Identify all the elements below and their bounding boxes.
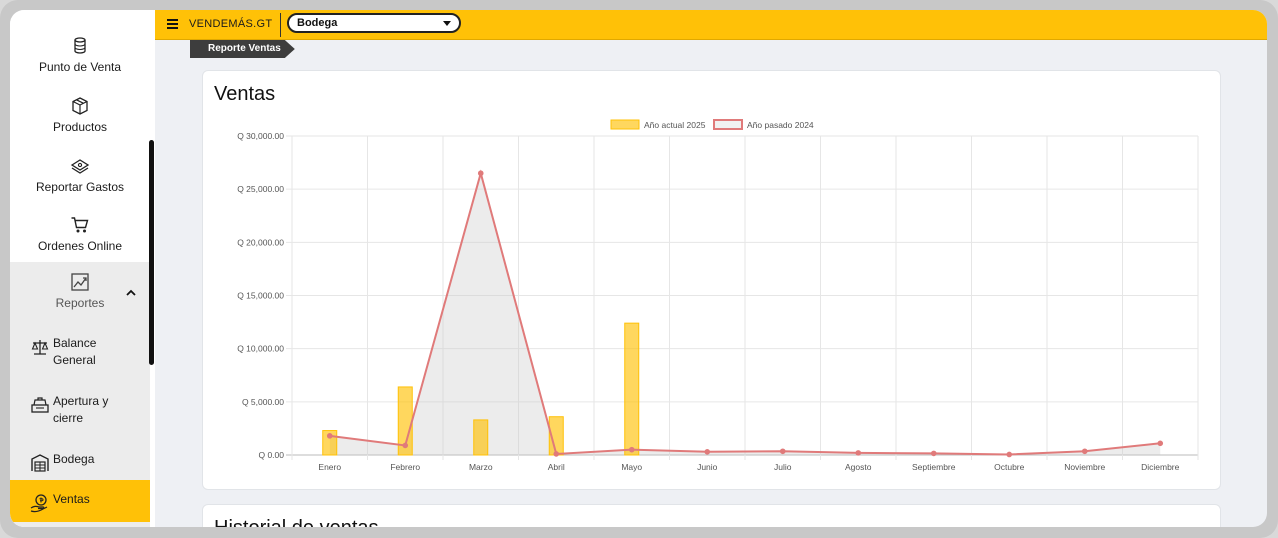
- y-tick-label: Q 30,000.00: [237, 131, 284, 141]
- y-tick-label: Q 5,000.00: [242, 397, 284, 407]
- sidebar-item-label-2: General: [53, 353, 96, 367]
- caret-down-icon: [443, 21, 451, 26]
- hand-money-icon: [30, 494, 48, 513]
- legend-swatch-ano-pasado: [713, 119, 743, 130]
- sidebar-item-label: Reportar Gastos: [35, 180, 125, 194]
- point-ano-pasado: [1157, 440, 1164, 447]
- x-tick-label: Marzo: [469, 462, 493, 472]
- sidebar-item-reportar-gastos[interactable]: Reportar Gastos: [10, 156, 150, 194]
- sidebar-item-punto-de-venta[interactable]: Punto de Venta: [10, 36, 150, 74]
- sidebar-item-label-2: cierre: [53, 411, 84, 425]
- sidebar-item-ordenes-online[interactable]: Ordenes Online: [10, 215, 150, 253]
- y-tick-label: Q 25,000.00: [237, 184, 284, 194]
- sidebar-item-label: Ventas: [53, 492, 90, 506]
- store-select[interactable]: Bodega: [287, 13, 461, 33]
- coins-icon: [74, 37, 86, 54]
- y-tick-label: Q 10,000.00: [237, 344, 284, 354]
- x-tick-label: Mayo: [621, 462, 642, 472]
- point-ano-pasado: [1006, 451, 1013, 458]
- card-title-history: Historial de ventas: [214, 517, 379, 527]
- point-ano-pasado: [855, 450, 862, 456]
- x-tick-label: Agosto: [845, 462, 872, 472]
- point-ano-pasado: [704, 449, 711, 455]
- warehouse-icon: [31, 454, 49, 472]
- topbar-divider: [280, 13, 281, 37]
- sidebar-item-bodega[interactable]: Bodega: [30, 451, 150, 473]
- money-icon: [70, 159, 90, 174]
- chart-growth-icon: [71, 273, 89, 291]
- sidebar-item-ventas[interactable]: Ventas: [30, 491, 150, 513]
- x-tick-label: Julio: [774, 462, 792, 472]
- sales-history-card: Historial de ventas: [202, 504, 1221, 527]
- point-ano-pasado: [326, 433, 333, 439]
- x-tick-label: Febrero: [390, 462, 420, 472]
- sidebar-item-label: Apertura y: [53, 394, 109, 408]
- sidebar-item-balance-general[interactable]: Balance General: [30, 335, 150, 369]
- store-select-value: Bodega: [297, 17, 338, 29]
- y-tick-label: Q 20,000.00: [237, 237, 284, 247]
- point-ano-pasado: [477, 170, 484, 177]
- cart-icon: [71, 217, 89, 233]
- x-tick-label: Enero: [318, 462, 341, 472]
- point-ano-pasado: [553, 451, 560, 457]
- app-screen: Punto de Venta Productos Reportar Gastos…: [10, 10, 1267, 527]
- sidebar: Punto de Venta Productos Reportar Gastos…: [10, 10, 150, 527]
- hamburger-menu-icon[interactable]: [167, 19, 178, 29]
- x-tick-label: Octubre: [994, 462, 1025, 472]
- x-tick-label: Septiembre: [912, 462, 956, 472]
- brand-name[interactable]: VENDEMÁS.GT: [189, 18, 272, 30]
- point-ano-pasado: [628, 446, 635, 453]
- x-tick-label: Abril: [548, 462, 565, 472]
- legend-swatch-ano-actual: [610, 119, 640, 130]
- balance-scale-icon: [31, 340, 49, 355]
- sidebar-item-apertura-cierre[interactable]: Apertura y cierre: [30, 393, 150, 427]
- sidebar-item-label: Ordenes Online: [37, 239, 123, 253]
- x-tick-label: Noviembre: [1064, 462, 1105, 472]
- sidebar-item-label: Balance: [53, 336, 97, 350]
- legend-label-ano-actual: Año actual 2025: [644, 120, 706, 130]
- x-tick-label: Diciembre: [1141, 462, 1180, 472]
- y-tick-label: Q 15,000.00: [237, 291, 284, 301]
- sales-chart: Q 0.00 Q 5,000.00 Q 10,000.00 Q 15,000.00 Q …: [237, 119, 1199, 472]
- point-ano-pasado: [779, 448, 786, 455]
- sidebar-scrollbar[interactable]: [149, 140, 154, 365]
- sidebar-item-label: Punto de Venta: [38, 60, 122, 74]
- sidebar-item-label: Productos: [52, 120, 108, 134]
- point-ano-pasado: [1081, 448, 1088, 455]
- breadcrumb[interactable]: Reporte Ventas: [190, 40, 295, 58]
- chevron-up-icon[interactable]: [124, 286, 138, 300]
- y-tick-label: Q 0.00: [258, 450, 284, 460]
- bar-ano-actual: [473, 419, 489, 456]
- bar-ano-actual: [624, 322, 640, 456]
- legend-label-ano-pasado: Año pasado 2024: [747, 120, 814, 130]
- sidebar-item-label: Bodega: [53, 452, 95, 466]
- box-icon: [72, 97, 88, 115]
- top-bar: VENDEMÁS.GT Bodega: [155, 10, 1267, 40]
- point-ano-pasado: [402, 442, 409, 449]
- sidebar-item-label: Reportes: [55, 296, 105, 310]
- x-tick-label: Junio: [697, 462, 718, 472]
- sales-chart-card: Ventas Q 0.00 Q 5,000.00 Q 10,000.00 Q 15,0…: [202, 70, 1221, 490]
- sidebar-item-productos[interactable]: Productos: [10, 96, 150, 134]
- point-ano-pasado: [930, 450, 937, 457]
- cash-register-icon: [31, 397, 49, 413]
